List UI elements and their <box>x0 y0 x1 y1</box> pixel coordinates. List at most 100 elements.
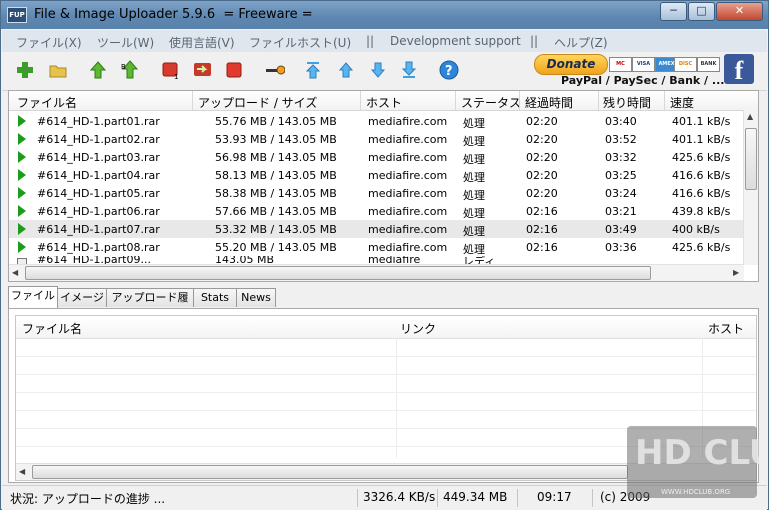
column-header-remaining[interactable]: 残り時間 <box>603 94 651 111</box>
links-list-header: ファイル名 リンク ホスト <box>16 316 756 339</box>
menu-tools[interactable]: ツール(W) <box>97 34 154 51</box>
row-remaining: 03:52 <box>605 133 637 146</box>
row-status: 処理 <box>463 135 485 148</box>
maximize-button[interactable]: □ <box>688 2 715 21</box>
horizontal-scrollbar[interactable]: ◀ ▶ <box>9 264 744 281</box>
row-progress: 53.32 MB / 143.05 MB <box>215 223 337 236</box>
row-elapsed: 02:20 <box>526 115 558 128</box>
table-row[interactable]: #614_HD-1.part03.rar 56.98 MB / 143.05 M… <box>9 148 744 166</box>
row-remaining: 03:40 <box>605 115 637 128</box>
vertical-scroll-thumb[interactable] <box>745 128 757 190</box>
column-header-link[interactable]: リンク <box>400 320 436 337</box>
menu-separator: || <box>366 34 375 48</box>
row-filename: #614_HD-1.part07.rar <box>37 223 160 236</box>
app-window: FUP File & Image Uploader 5.9.6 = Freewa… <box>0 0 769 510</box>
donate-button[interactable]: Donate <box>534 54 608 75</box>
row-elapsed: 02:20 <box>526 151 558 164</box>
add-icon[interactable] <box>15 60 35 80</box>
column-header-host[interactable]: ホスト <box>366 94 402 111</box>
move-up-icon[interactable] <box>336 60 356 80</box>
row-filename: #614_HD-1.part08.rar <box>37 241 160 254</box>
help-icon[interactable]: ? <box>439 60 459 80</box>
horizontal-scroll-thumb[interactable] <box>25 266 651 280</box>
upload-icon[interactable] <box>88 60 108 80</box>
row-host: mediafire.com <box>368 223 448 236</box>
scroll-left-icon[interactable]: ◀ <box>12 268 18 277</box>
row-status: 処理 <box>463 171 485 184</box>
column-header-filename[interactable]: ファイル名 <box>17 94 77 111</box>
column-header-speed[interactable]: 速度 <box>670 94 694 111</box>
menu-file-host[interactable]: ファイルホスト(U) <box>249 34 351 51</box>
tab-upload-history[interactable]: アップロード履歴 <box>106 288 194 322</box>
row-filename: #614_HD-1.part03.rar <box>37 151 160 164</box>
table-row[interactable]: #614_HD-1.part05.rar 58.38 MB / 143.05 M… <box>9 184 744 202</box>
hdclub-watermark: HD CLUB WWW.HDCLUB.ORG <box>625 424 769 500</box>
column-header-elapsed[interactable]: 経過時間 <box>525 94 573 111</box>
tab-stats[interactable]: Stats <box>193 288 237 307</box>
tab-images[interactable]: イメージ <box>57 288 107 307</box>
table-row[interactable]: #614_HD-1.part07.rar 53.32 MB / 143.05 M… <box>9 220 744 238</box>
window-title: File & Image Uploader 5.9.6 = Freeware = <box>34 7 313 22</box>
row-speed: 416.6 kB/s <box>672 187 731 200</box>
menu-dev-support[interactable]: Development support <box>390 34 521 48</box>
table-row[interactable]: #614_HD-1.part01.rar 55.76 MB / 143.05 M… <box>9 112 744 130</box>
folder-icon[interactable] <box>48 60 68 80</box>
menu-language[interactable]: 使用言語(V) <box>169 34 235 51</box>
column-header-host[interactable]: ホスト <box>708 320 744 337</box>
move-top-icon[interactable] <box>303 60 323 80</box>
row-filename: #614_HD-1.part02.rar <box>37 133 160 146</box>
minimize-button[interactable]: ─ <box>660 2 687 21</box>
row-status: 処理 <box>463 153 485 166</box>
row-status: 処理 <box>463 117 485 130</box>
menu-help[interactable]: ヘルプ(Z) <box>554 34 608 51</box>
horizontal-scroll-thumb[interactable] <box>32 465 628 479</box>
tab-files[interactable]: ファイル <box>8 286 58 308</box>
row-host: mediafire.com <box>368 241 448 254</box>
move-bottom-icon[interactable] <box>399 60 419 80</box>
scroll-up-icon[interactable]: ▲ <box>747 112 753 121</box>
row-host: mediafire.com <box>368 187 448 200</box>
skip-icon[interactable] <box>193 60 213 80</box>
visa-icon: VISA <box>632 57 655 72</box>
upload-list[interactable]: ファイル名 アップロード / サイズ ホスト ステータス 経過時間 残り時間 速… <box>8 90 759 282</box>
column-header-status[interactable]: ステータス <box>461 94 521 111</box>
upload-list-header: ファイル名 アップロード / サイズ ホスト ステータス 経過時間 残り時間 速… <box>9 91 758 111</box>
play-icon <box>18 115 26 127</box>
facebook-icon[interactable]: f <box>724 54 754 85</box>
row-host: mediafire.com <box>368 205 448 218</box>
table-row[interactable]: #614_HD-1.part06.rar 57.66 MB / 143.05 M… <box>9 202 744 220</box>
row-filename: #614_HD-1.part05.rar <box>37 187 160 200</box>
row-remaining: 03:32 <box>605 151 637 164</box>
key-icon[interactable] <box>265 60 285 80</box>
stop-all-icon[interactable] <box>224 60 244 80</box>
upload-all-icon[interactable]: B <box>120 60 140 80</box>
column-header-filename[interactable]: ファイル名 <box>22 320 82 337</box>
table-row[interactable]: #614_HD-1.part02.rar 53.93 MB / 143.05 M… <box>9 130 744 148</box>
row-progress: 53.93 MB / 143.05 MB <box>215 133 337 146</box>
title-bar[interactable]: FUP File & Image Uploader 5.9.6 = Freewa… <box>1 1 768 29</box>
stop-icon[interactable]: 1 <box>161 60 181 80</box>
move-down-icon[interactable] <box>368 60 388 80</box>
row-remaining: 03:24 <box>605 187 637 200</box>
row-elapsed: 02:16 <box>526 205 558 218</box>
play-icon <box>18 151 26 163</box>
svg-text:?: ? <box>445 64 453 79</box>
table-row[interactable]: #614_HD-1.part04.rar 58.13 MB / 143.05 M… <box>9 166 744 184</box>
scroll-right-icon[interactable]: ▶ <box>733 268 739 277</box>
column-header-upload-size[interactable]: アップロード / サイズ <box>198 94 317 111</box>
row-host: mediafire.com <box>368 115 448 128</box>
play-icon <box>18 223 26 235</box>
bank-icon: BANK <box>697 57 720 72</box>
row-elapsed: 02:16 <box>526 241 558 254</box>
scroll-left-icon[interactable]: ◀ <box>19 467 25 476</box>
row-progress: 58.38 MB / 143.05 MB <box>215 187 337 200</box>
close-button[interactable]: ✕ <box>716 2 763 21</box>
menu-file[interactable]: ファイル(X) <box>16 34 82 51</box>
row-filename: #614_HD-1.part04.rar <box>37 169 160 182</box>
table-row[interactable]: #614_HD-1.part08.rar 55.20 MB / 143.05 M… <box>9 238 744 256</box>
tab-news[interactable]: News <box>236 288 276 307</box>
vertical-scrollbar[interactable]: ▲ <box>743 110 758 265</box>
app-icon[interactable]: FUP <box>7 7 27 23</box>
row-progress: 55.76 MB / 143.05 MB <box>215 115 337 128</box>
row-filename: #614_HD-1.part01.rar <box>37 115 160 128</box>
